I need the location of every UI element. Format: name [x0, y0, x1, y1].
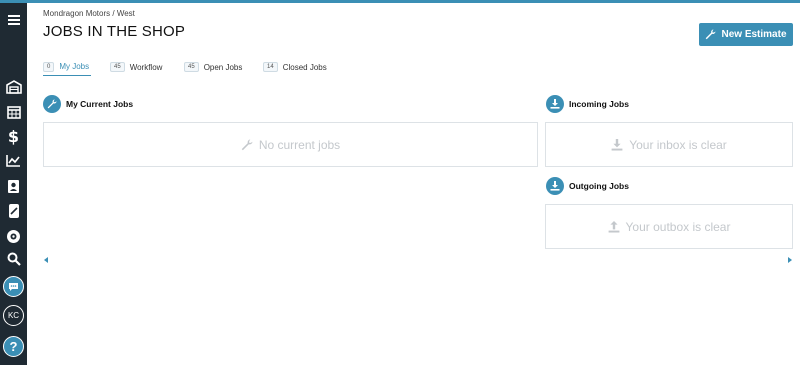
- tab-count: 0: [43, 61, 55, 72]
- download-icon: [546, 177, 564, 195]
- outgoing-jobs-title: Outgoing Jobs: [569, 181, 629, 191]
- help-icon: ?: [9, 339, 18, 354]
- new-estimate-button[interactable]: New Estimate: [699, 23, 793, 46]
- tab-label: Workflow: [129, 62, 163, 72]
- tab-count: 45: [110, 62, 125, 72]
- main-content: Mondragon Motors / West JOBS IN THE SHOP…: [27, 3, 800, 365]
- scroll-left-arrow[interactable]: [44, 257, 48, 263]
- calendar-icon[interactable]: [0, 101, 27, 123]
- current-jobs-title: My Current Jobs: [66, 99, 134, 109]
- tab-closed-jobs[interactable]: 14 Closed Jobs: [263, 58, 327, 76]
- outgoing-jobs-header: Outgoing Jobs: [546, 177, 629, 195]
- upload-icon: [608, 220, 619, 233]
- current-jobs-header: My Current Jobs: [43, 95, 133, 113]
- download-icon: [546, 95, 564, 113]
- tab-count: 45: [184, 62, 199, 72]
- avatar-initials: KC: [7, 311, 20, 320]
- menu-icon[interactable]: [0, 9, 27, 31]
- new-estimate-label: New Estimate: [721, 29, 787, 40]
- incoming-jobs-empty: Your inbox is clear: [629, 137, 727, 152]
- current-jobs-empty: No current jobs: [258, 137, 341, 152]
- incoming-jobs-title: Incoming Jobs: [569, 99, 629, 109]
- tab-count: 14: [263, 62, 278, 72]
- garage-icon[interactable]: [0, 76, 27, 98]
- sidebar: $ KC ?: [0, 3, 27, 365]
- tab-my-jobs[interactable]: 0 My Jobs: [43, 58, 91, 76]
- avatar[interactable]: KC: [3, 305, 24, 326]
- wrench-icon: [706, 29, 716, 40]
- contacts-icon[interactable]: [0, 175, 27, 197]
- dollar-icon[interactable]: $: [0, 125, 27, 147]
- current-jobs-panel: No current jobs: [43, 122, 538, 167]
- wrench-icon: [241, 139, 253, 150]
- tab-label: My Jobs: [59, 62, 90, 71]
- incoming-jobs-header: Incoming Jobs: [546, 95, 629, 113]
- tab-workflow[interactable]: 45 Workflow: [110, 58, 162, 76]
- parts-icon[interactable]: [0, 200, 27, 222]
- outgoing-jobs-empty: Your outbox is clear: [625, 219, 731, 234]
- wrench-icon: [43, 95, 61, 113]
- tab-label: Open Jobs: [203, 62, 243, 72]
- chat-icon[interactable]: [3, 276, 24, 297]
- tab-open-jobs[interactable]: 45 Open Jobs: [184, 58, 242, 76]
- download-icon: [611, 138, 623, 151]
- search-icon[interactable]: [0, 248, 27, 270]
- page-title: JOBS IN THE SHOP: [43, 23, 186, 40]
- breadcrumb[interactable]: Mondragon Motors / West: [43, 9, 135, 18]
- help-button[interactable]: ?: [3, 336, 24, 357]
- tire-icon[interactable]: [0, 225, 27, 247]
- tab-label: Closed Jobs: [282, 62, 327, 72]
- outgoing-jobs-panel: Your outbox is clear: [545, 204, 793, 249]
- incoming-jobs-panel: Your inbox is clear: [545, 122, 793, 167]
- scroll-right-arrow[interactable]: [788, 257, 792, 263]
- chart-icon[interactable]: [0, 149, 27, 171]
